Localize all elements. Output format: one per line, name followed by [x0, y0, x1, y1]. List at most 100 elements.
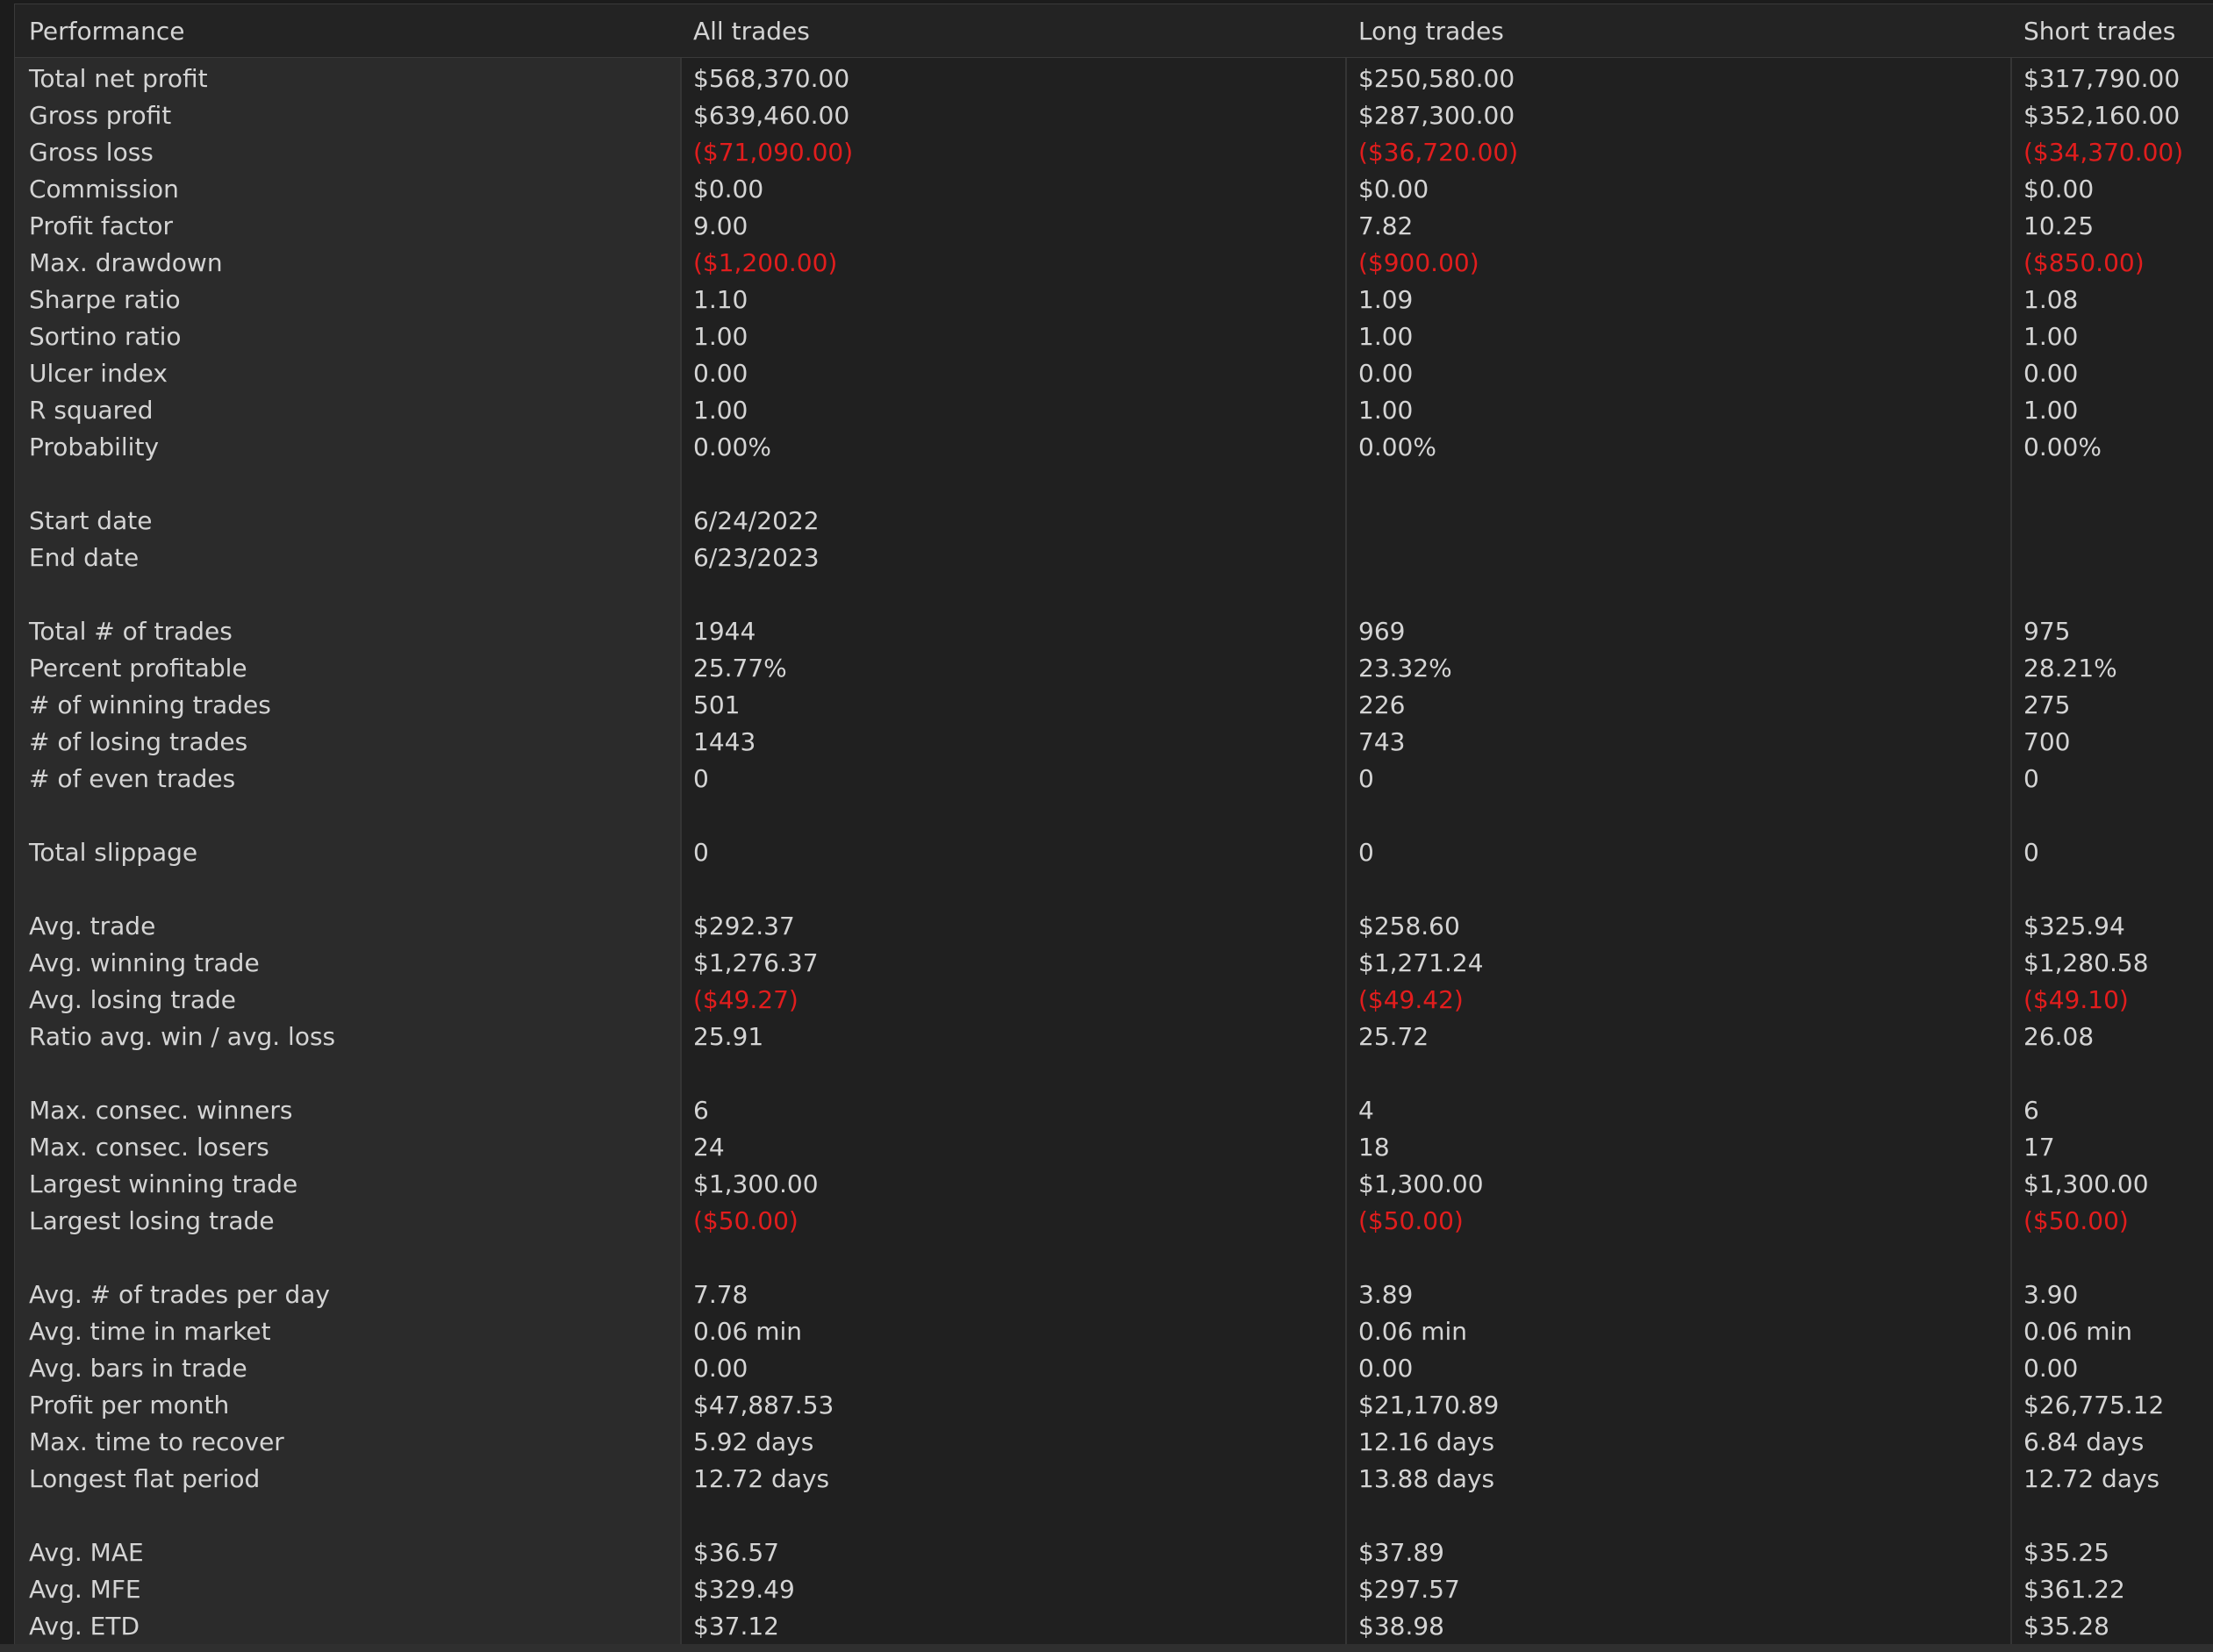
all-trades-value: $36.57 — [693, 1538, 779, 1567]
table-row[interactable]: Percent profitable 25.77% 23.32% 28.21% — [15, 654, 2213, 690]
long-trades-value: 25.72 — [1358, 1022, 1429, 1051]
all-trades-value: 6/24/2022 — [693, 506, 820, 535]
all-trades-value: $292.37 — [693, 912, 795, 940]
all-trades-value: $0.00 — [693, 175, 764, 204]
all-trades-value: 7.78 — [693, 1280, 748, 1309]
long-trades-value: $250,580.00 — [1358, 64, 1515, 93]
short-trades-value: $1,300.00 — [2023, 1169, 2149, 1198]
table-row[interactable]: Sortino ratio 1.00 1.00 1.00 — [15, 322, 2213, 359]
long-trades-value: 0 — [1358, 838, 1374, 867]
header-all-trades[interactable]: All trades — [693, 17, 810, 46]
table-row[interactable]: Largest losing trade ($50.00) ($50.00) ($50… — [15, 1206, 2213, 1243]
header-long-trades[interactable]: Long trades — [1358, 17, 1504, 46]
horizontal-scrollbar[interactable] — [0, 1644, 2213, 1652]
table-row[interactable]: Profit per month $47,887.53 $21,170.89 $26,… — [15, 1391, 2213, 1427]
long-trades-value: 18 — [1358, 1133, 1390, 1162]
short-trades-value: 0.00 — [2023, 1354, 2079, 1383]
long-trades-value: $297.57 — [1358, 1575, 1460, 1604]
long-trades-value: 226 — [1358, 690, 1406, 719]
table-row[interactable]: Avg. ETD $37.12 $38.98 $35.28 — [15, 1612, 2213, 1648]
table-row[interactable]: Avg. trade $292.37 $258.60 $325.94 — [15, 912, 2213, 948]
short-trades-value: $1,280.58 — [2023, 948, 2149, 977]
table-row[interactable]: Start date 6/24/2022 — [15, 506, 2213, 543]
table-row[interactable]: Longest flat period 12.72 days 13.88 days 1… — [15, 1464, 2213, 1501]
all-trades-value: 9.00 — [693, 211, 748, 240]
short-trades-value: $325.94 — [2023, 912, 2125, 940]
table-row[interactable]: Total slippage 0 0 0 — [15, 838, 2213, 875]
table-row[interactable]: # of even trades 0 0 0 — [15, 764, 2213, 801]
row-label: Largest winning trade — [29, 1169, 298, 1198]
table-row[interactable]: Avg. MFE $329.49 $297.57 $361.22 — [15, 1575, 2213, 1612]
long-trades-value: 0 — [1358, 764, 1374, 793]
all-trades-value: $329.49 — [693, 1575, 795, 1604]
table-row[interactable]: Max. drawdown ($1,200.00) ($900.00) ($850.0… — [15, 248, 2213, 285]
long-trades-value: 4 — [1358, 1096, 1374, 1125]
table-row[interactable]: Gross profit $639,460.00 $287,300.00 $352,1… — [15, 101, 2213, 138]
table-row[interactable]: Total # of trades 1944 969 975 — [15, 617, 2213, 654]
table-row[interactable]: Avg. losing trade ($49.27) ($49.42) ($49.10… — [15, 985, 2213, 1022]
header-performance[interactable]: Performance — [29, 17, 184, 46]
row-label: Max. consec. winners — [29, 1096, 293, 1125]
table-row[interactable]: Avg. # of trades per day 7.78 3.89 3.90 — [15, 1280, 2213, 1317]
table-row[interactable]: Avg. winning trade $1,276.37 $1,271.24 $1,2… — [15, 948, 2213, 985]
table-row[interactable]: Commission $0.00 $0.00 $0.00 — [15, 175, 2213, 211]
all-trades-value: 6/23/2023 — [693, 543, 820, 572]
table-row[interactable]: Probability 0.00% 0.00% 0.00% — [15, 433, 2213, 469]
row-label: Avg. bars in trade — [29, 1354, 247, 1383]
long-trades-value: 0.00 — [1358, 1354, 1414, 1383]
table-row[interactable]: R squared 1.00 1.00 1.00 — [15, 396, 2213, 433]
short-trades-value: $35.25 — [2023, 1538, 2109, 1567]
header-short-trades[interactable]: Short trades — [2023, 17, 2175, 46]
short-trades-value: ($34,370.00) — [2023, 138, 2184, 167]
short-trades-value: $0.00 — [2023, 175, 2095, 204]
short-trades-value: 0 — [2023, 764, 2039, 793]
row-label: Avg. winning trade — [29, 948, 260, 977]
all-trades-value: $639,460.00 — [693, 101, 850, 130]
row-label: Ulcer index — [29, 359, 168, 388]
table-row[interactable]: Sharpe ratio 1.10 1.09 1.08 — [15, 285, 2213, 322]
table-row[interactable]: Max. consec. losers 24 18 17 — [15, 1133, 2213, 1169]
row-label: Percent profitable — [29, 654, 247, 683]
short-trades-value: ($850.00) — [2023, 248, 2145, 277]
table-row[interactable]: # of winning trades 501 226 275 — [15, 690, 2213, 727]
all-trades-value: $568,370.00 — [693, 64, 850, 93]
short-trades-value: 17 — [2023, 1133, 2055, 1162]
long-trades-value: 0.06 min — [1358, 1317, 1468, 1346]
short-trades-value: 1.08 — [2023, 285, 2079, 314]
short-trades-value: 28.21% — [2023, 654, 2117, 683]
short-trades-value: $361.22 — [2023, 1575, 2125, 1604]
row-label: Avg. trade — [29, 912, 156, 940]
table-row[interactable]: Avg. time in market 0.06 min 0.06 min 0.06 … — [15, 1317, 2213, 1354]
table-row[interactable]: Max. consec. winners 6 4 6 — [15, 1096, 2213, 1133]
all-trades-value: 0 — [693, 838, 709, 867]
long-trades-value: 743 — [1358, 727, 1406, 756]
long-trades-value: 7.82 — [1358, 211, 1414, 240]
table-row[interactable]: Ulcer index 0.00 0.00 0.00 — [15, 359, 2213, 396]
table-row[interactable]: Max. time to recover 5.92 days 12.16 days 6… — [15, 1427, 2213, 1464]
table-row[interactable]: Profit factor 9.00 7.82 10.25 — [15, 211, 2213, 248]
long-trades-value: $37.89 — [1358, 1538, 1444, 1567]
table-row[interactable]: Avg. bars in trade 0.00 0.00 0.00 — [15, 1354, 2213, 1391]
table-row[interactable]: # of losing trades 1443 743 700 — [15, 727, 2213, 764]
long-trades-value: 0.00 — [1358, 359, 1414, 388]
short-trades-value: 26.08 — [2023, 1022, 2095, 1051]
row-label: Max. time to recover — [29, 1427, 284, 1456]
table-row[interactable]: Gross loss ($71,090.00) ($36,720.00) ($34,3… — [15, 138, 2213, 175]
short-trades-value: 12.72 days — [2023, 1464, 2160, 1493]
row-label: Longest flat period — [29, 1464, 261, 1493]
long-trades-value: 1.00 — [1358, 322, 1414, 351]
long-trades-value: ($50.00) — [1358, 1206, 1464, 1235]
table-row[interactable]: Total net profit $568,370.00 $250,580.00 $3… — [15, 64, 2213, 101]
short-trades-value: $35.28 — [2023, 1612, 2109, 1641]
row-label: Avg. time in market — [29, 1317, 271, 1346]
short-trades-value: 1.00 — [2023, 396, 2079, 425]
table-row[interactable]: End date 6/23/2023 — [15, 543, 2213, 580]
table-row[interactable]: Ratio avg. win / avg. loss 25.91 25.72 26.0… — [15, 1022, 2213, 1059]
row-label: # of winning trades — [29, 690, 271, 719]
all-trades-value: ($71,090.00) — [693, 138, 854, 167]
table-row[interactable]: Largest winning trade $1,300.00 $1,300.00 $… — [15, 1169, 2213, 1206]
all-trades-value: 5.92 days — [693, 1427, 814, 1456]
short-trades-value: 1.00 — [2023, 322, 2079, 351]
table-row[interactable]: Avg. MAE $36.57 $37.89 $35.25 — [15, 1538, 2213, 1575]
all-trades-value: 12.72 days — [693, 1464, 830, 1493]
